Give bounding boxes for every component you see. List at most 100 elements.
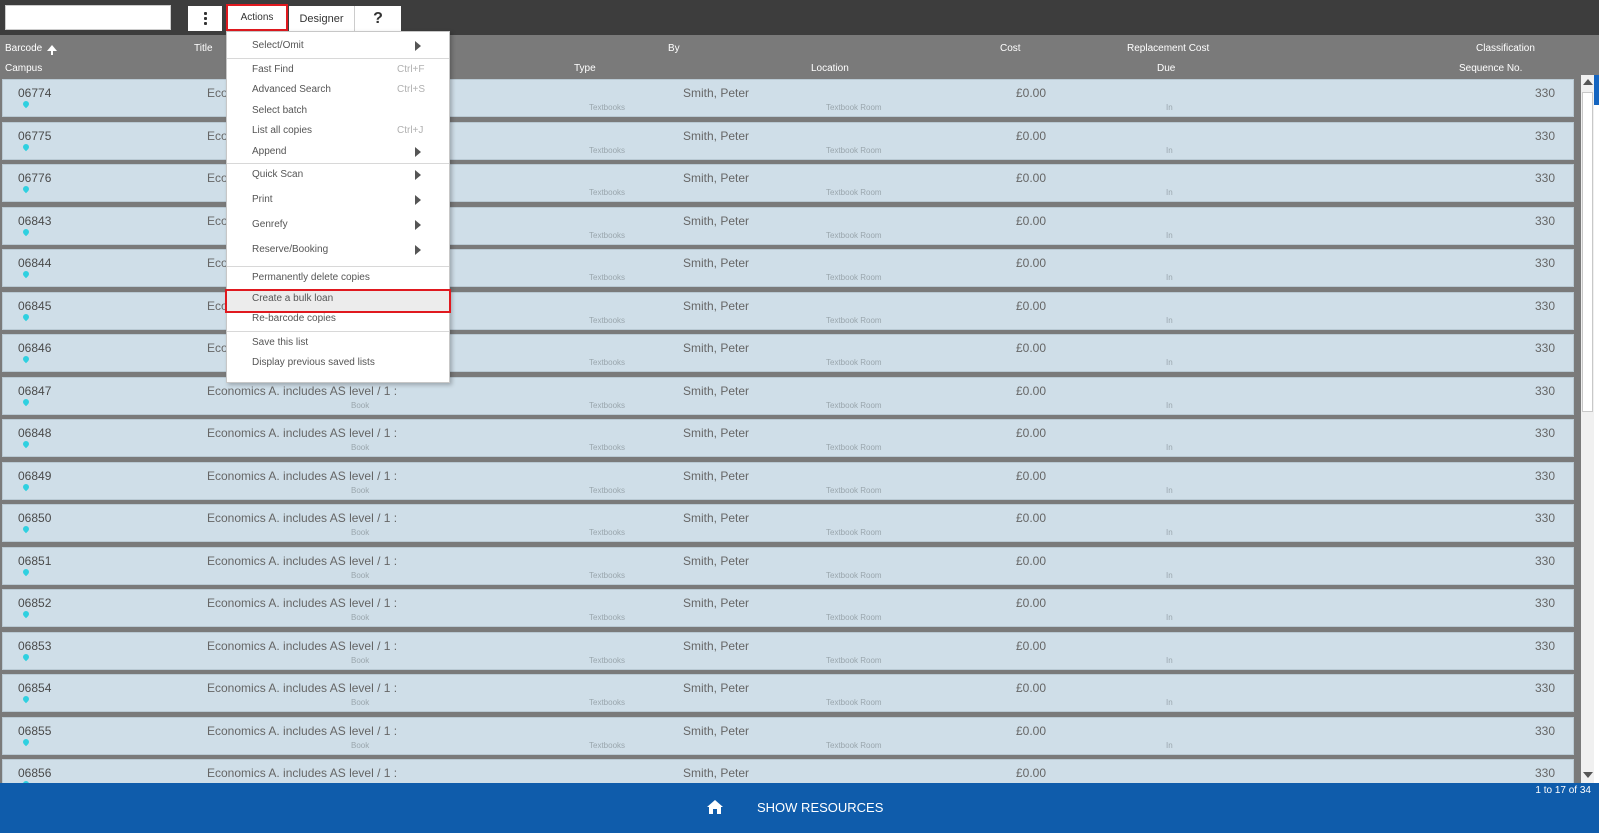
- pager-text: 1 to 17 of 34: [1535, 785, 1591, 796]
- menu-item-shortcut: Ctrl+J: [397, 125, 424, 136]
- menu-item-list-all-copies[interactable]: List all copies Ctrl+J: [227, 121, 449, 141]
- classification-cell: 330: [1535, 426, 1556, 440]
- title-cell: Eco: [207, 256, 228, 270]
- location-pin-icon[interactable]: [21, 142, 31, 151]
- location-pin-icon[interactable]: [21, 269, 31, 279]
- title-cell: Economics A. includes AS level / 1 :: [207, 681, 398, 695]
- location-pin-icon[interactable]: [21, 99, 31, 109]
- column-barcode-header[interactable]: Barcode: [5, 43, 58, 56]
- classification-cell: 330: [1535, 213, 1556, 228]
- column-location-header[interactable]: Location: [811, 63, 849, 74]
- submenu-arrow-icon: [415, 170, 421, 180]
- table-row[interactable]: 06854 Economics A. includes AS level / 1 …: [2, 674, 1574, 712]
- menu-item-label: Create a bulk loan: [252, 292, 334, 304]
- location-pin-icon[interactable]: [21, 184, 31, 194]
- menu-item-label: Fast Find: [252, 63, 294, 75]
- location-pin-icon[interactable]: [21, 227, 31, 236]
- table-row[interactable]: 06851 Economics A. includes AS level / 1 …: [2, 546, 1574, 585]
- location-pin-icon[interactable]: [21, 524, 31, 534]
- menu-item-advanced-search[interactable]: Advanced Search Ctrl+S: [227, 80, 449, 100]
- cost-cell: £0.00: [1016, 256, 1047, 270]
- menu-item-permanently-delete-copies[interactable]: Permanently delete copies: [227, 268, 449, 288]
- menu-item-label: Save this list: [252, 336, 309, 348]
- column-campus-header[interactable]: Campus: [5, 63, 42, 74]
- vertical-scrollbar[interactable]: [1581, 75, 1594, 783]
- designer-button[interactable]: Designer: [289, 6, 355, 31]
- column-sequence-header[interactable]: Sequence No.: [1459, 63, 1522, 74]
- title-cell: Eco: [207, 86, 228, 100]
- column-title-header[interactable]: Title: [194, 43, 213, 54]
- cost-cell: £0.00: [1016, 553, 1047, 568]
- menu-item-label: Quick Scan: [252, 169, 304, 180]
- barcode-cell: 06776: [18, 171, 52, 185]
- table-row[interactable]: 06850 Economics A. includes AS level / 1 …: [2, 504, 1574, 542]
- menu-item-display-previous-saved-lists[interactable]: Display previous saved lists: [227, 353, 449, 373]
- scroll-thumb[interactable]: [1582, 92, 1593, 412]
- cost-cell: £0.00: [1016, 766, 1047, 780]
- location-pin-icon[interactable]: [21, 652, 31, 661]
- table-row[interactable]: 06856 Economics A. includes AS level / 1 …: [2, 759, 1574, 783]
- more-options-button[interactable]: [188, 6, 222, 31]
- barcode-cell: 06775: [18, 128, 52, 143]
- column-type-header[interactable]: Type: [574, 63, 596, 74]
- menu-item-save-this-list[interactable]: Save this list: [227, 333, 449, 353]
- format-cell: Book: [351, 570, 370, 580]
- table-row[interactable]: 06848 Economics A. includes AS level / 1 …: [2, 419, 1574, 457]
- location-cell: Textbook Room: [826, 103, 882, 112]
- menu-item-label: List all copies: [252, 125, 313, 136]
- table-row[interactable]: 06849 Economics A. includes AS level / 1 …: [2, 461, 1574, 500]
- location-pin-icon[interactable]: [21, 567, 31, 576]
- search-input[interactable]: [5, 5, 171, 30]
- location-pin-icon[interactable]: [21, 312, 31, 321]
- author-cell: Smith, Peter: [683, 596, 750, 610]
- column-cost-header[interactable]: Cost: [1000, 43, 1021, 54]
- type-cell: Textbooks: [589, 485, 626, 495]
- location-pin-icon[interactable]: [21, 354, 31, 364]
- home-icon[interactable]: [707, 800, 723, 814]
- column-by-header[interactable]: By: [668, 43, 680, 54]
- due-cell: In: [1166, 103, 1173, 112]
- author-cell: Smith, Peter: [683, 766, 750, 780]
- menu-item-fast-find[interactable]: Fast Find Ctrl+F: [227, 60, 449, 80]
- menu-item-print[interactable]: Print: [227, 190, 449, 210]
- menu-item-append[interactable]: Append: [227, 142, 449, 162]
- show-resources-button[interactable]: SHOW RESOURCES: [757, 800, 883, 815]
- location-pin-icon[interactable]: [21, 482, 31, 491]
- type-cell: Textbooks: [589, 570, 626, 580]
- menu-item-quick-scan[interactable]: Quick Scan: [227, 165, 449, 185]
- table-row[interactable]: 06852 Economics A. includes AS level / 1 …: [2, 589, 1574, 627]
- menu-item-select-omit[interactable]: Select/Omit: [227, 36, 449, 56]
- location-pin-icon[interactable]: [21, 397, 31, 406]
- column-classification-header[interactable]: Classification: [1476, 43, 1535, 54]
- cost-cell: £0.00: [1016, 171, 1047, 185]
- due-cell: In: [1166, 613, 1173, 622]
- column-replacement-cost-header[interactable]: Replacement Cost: [1127, 43, 1209, 54]
- location-pin-icon[interactable]: [21, 609, 31, 619]
- menu-item-re-barcode-copies[interactable]: Re-barcode copies: [227, 309, 449, 329]
- due-cell: In: [1166, 655, 1173, 665]
- type-cell: Textbooks: [589, 698, 626, 707]
- location-pin-icon[interactable]: [21, 694, 31, 704]
- menu-item-genrefy[interactable]: Genrefy: [227, 215, 449, 235]
- column-due-header[interactable]: Due: [1157, 63, 1175, 74]
- menu-item-select-batch[interactable]: Select batch: [227, 101, 449, 121]
- title-cell: Economics A. includes AS level / 1 :: [207, 426, 398, 440]
- title-cell: Eco: [207, 213, 228, 228]
- cost-cell: £0.00: [1016, 383, 1047, 398]
- location-pin-icon[interactable]: [21, 439, 31, 449]
- type-cell: Textbooks: [589, 443, 626, 452]
- table-row[interactable]: 06853 Economics A. includes AS level / 1 …: [2, 631, 1574, 670]
- type-cell: Textbooks: [589, 358, 626, 367]
- scroll-up-icon[interactable]: [1583, 79, 1593, 85]
- title-cell: Economics A. includes AS level / 1 :: [207, 596, 398, 610]
- barcode-cell: 06844: [18, 256, 52, 270]
- actions-button[interactable]: Actions: [226, 4, 288, 31]
- due-cell: In: [1166, 698, 1173, 707]
- help-button[interactable]: ?: [355, 6, 401, 31]
- menu-item-reserve-booking[interactable]: Reserve/Booking: [227, 240, 449, 260]
- location-pin-icon[interactable]: [21, 737, 31, 746]
- location-cell: Textbook Room: [826, 613, 882, 622]
- table-row[interactable]: 06855 Economics A. includes AS level / 1 …: [2, 716, 1574, 755]
- scroll-down-icon[interactable]: [1583, 772, 1593, 778]
- type-cell: Textbooks: [589, 103, 626, 112]
